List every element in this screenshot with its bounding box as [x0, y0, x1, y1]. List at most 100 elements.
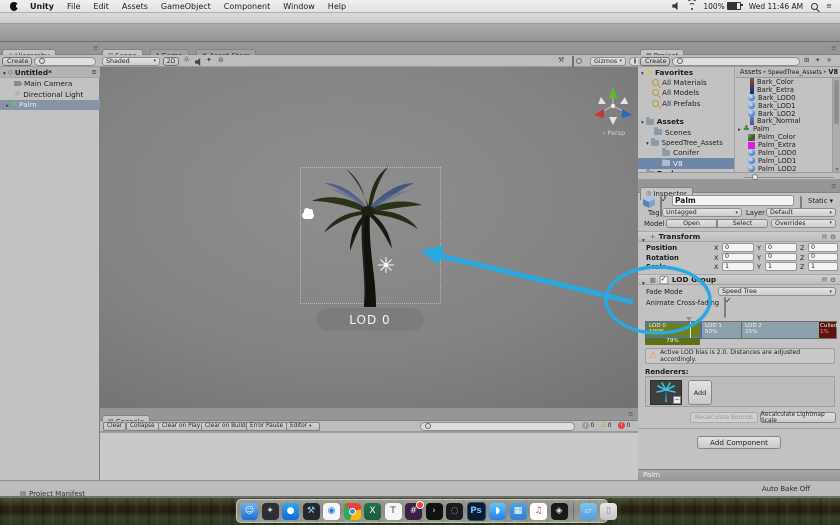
menu-gameobject[interactable]: GameObject: [161, 2, 211, 11]
transform-header[interactable]: + Transform ▤ ⚙: [638, 231, 840, 242]
asset-bark-lod0[interactable]: Bark_LOD0: [736, 94, 832, 102]
project-search-input[interactable]: [672, 57, 800, 66]
hierarchy-scene-row[interactable]: ◇ Untitled* ≡: [0, 67, 100, 78]
scene-tools-icon[interactable]: ⚒: [558, 57, 564, 64]
console-clear-on-build-button[interactable]: Clear on Build: [201, 422, 250, 431]
dock-terminal-icon[interactable]: ›: [426, 503, 443, 520]
folder-scenes[interactable]: Scenes: [638, 127, 734, 137]
menu-help[interactable]: Help: [328, 2, 346, 11]
menu-app[interactable]: Unity: [30, 2, 54, 11]
folder-speedtree-assets[interactable]: SpeedTree_Assets: [638, 137, 734, 147]
menu-assets[interactable]: Assets: [122, 2, 148, 11]
gizmos-dropdown[interactable]: Gizmos: [590, 57, 626, 66]
dock-quicktime-icon[interactable]: ◌: [446, 503, 463, 520]
gear-icon[interactable]: ⚙: [830, 233, 836, 241]
console-log-area[interactable]: [100, 432, 638, 480]
scrollbar-thumb[interactable]: [834, 80, 839, 124]
battery-icon[interactable]: [727, 2, 741, 10]
lighting-toggle-icon[interactable]: ☼: [183, 56, 190, 64]
hierarchy-item-directional-light[interactable]: ☼ Directional Light: [0, 89, 100, 100]
menu-edit[interactable]: Edit: [93, 2, 109, 11]
favorites-filter-icon[interactable]: ★: [826, 57, 832, 64]
rotation-x-field[interactable]: 0: [722, 253, 754, 262]
culled-segment[interactable]: Culled1%: [819, 322, 836, 338]
renderer-add-button[interactable]: Add: [688, 380, 712, 405]
persp-toggle[interactable]: ‹ Persp: [592, 129, 636, 137]
dock-music-icon[interactable]: ♫: [530, 503, 547, 520]
folder-assets[interactable]: Assets: [638, 117, 734, 127]
scene-search-input[interactable]: [629, 57, 638, 66]
scene-canvas[interactable]: LOD 0 ‹ Persp: [100, 67, 638, 408]
animate-crossfade-checkbox[interactable]: [724, 297, 726, 318]
dock-slack-icon[interactable]: #: [405, 503, 422, 520]
rotation-y-field[interactable]: 0: [765, 253, 797, 262]
warning-count-badge[interactable]: ⚠ 0: [600, 422, 612, 429]
layer-dropdown[interactable]: Default: [766, 208, 836, 217]
dock-keynote-icon[interactable]: ▦: [510, 503, 527, 520]
project-create-button[interactable]: Create: [640, 57, 670, 66]
gear-icon[interactable]: ⚙: [830, 276, 836, 284]
panel-menu-icon[interactable]: ≡: [93, 45, 98, 52]
asset-palm-extra[interactable]: Palm_Extra: [736, 141, 832, 149]
model-open-button[interactable]: Open: [666, 219, 717, 228]
preset-icon[interactable]: ▤: [822, 233, 828, 240]
scale-y-field[interactable]: 1: [765, 262, 797, 271]
menu-component[interactable]: Component: [224, 2, 270, 11]
asset-palm-lod0[interactable]: Palm_LOD0: [736, 149, 832, 157]
console-editor-dropdown[interactable]: Editor▾: [286, 422, 320, 431]
overrides-dropdown[interactable]: Overrides: [771, 219, 836, 228]
dock-launchpad-icon[interactable]: ✦: [262, 503, 279, 520]
gameobject-name-field[interactable]: Palm: [672, 195, 794, 206]
search-by-label-icon[interactable]: ✦: [815, 57, 820, 64]
dock-chrome-icon[interactable]: [344, 503, 361, 520]
error-count-badge[interactable]: ! 0: [618, 422, 630, 429]
dock-photoshop-icon[interactable]: Ps: [467, 502, 486, 521]
asset-bark-extra[interactable]: Bark_Extra: [736, 86, 832, 94]
favorite-all-materials[interactable]: All Materials: [638, 77, 734, 87]
asset-bark-lod1[interactable]: Bark_LOD1: [736, 102, 832, 110]
fade-mode-dropdown[interactable]: Speed Tree: [718, 287, 836, 296]
console-clear-button[interactable]: Clear: [103, 422, 126, 431]
favorites-root[interactable]: ★Favorites: [638, 67, 734, 77]
panel-menu-icon[interactable]: ≡: [831, 183, 836, 190]
breadcrumb-v8[interactable]: V8: [828, 68, 838, 76]
asset-palm-lod1[interactable]: Palm_LOD1: [736, 157, 832, 165]
gizmo-visibility-icon[interactable]: ⊘: [218, 57, 224, 64]
favorite-all-prefabs[interactable]: All Prefabs: [638, 98, 734, 108]
2d-toggle-button[interactable]: 2D: [163, 57, 179, 66]
apple-menu-icon[interactable]: [10, 2, 18, 11]
dock-folder-icon[interactable]: ▱: [580, 503, 597, 520]
lod-group-header[interactable]: ▦ LOD Group ▤ ⚙: [638, 274, 840, 285]
tag-dropdown[interactable]: Untagged: [662, 208, 742, 217]
position-x-field[interactable]: 0: [722, 243, 754, 252]
asset-bark-normal[interactable]: Bark_Normal: [736, 117, 832, 125]
asset-palm-color[interactable]: Palm_Color: [736, 133, 832, 141]
asset-palm-model[interactable]: ♣Palm: [736, 125, 832, 133]
camera-position-marker[interactable]: [690, 322, 691, 338]
foldout-icon[interactable]: [642, 270, 647, 289]
dock-facetime-icon[interactable]: ●: [282, 503, 299, 520]
preset-icon[interactable]: ▤: [822, 276, 828, 283]
asset-bark-lod2[interactable]: Bark_LOD2: [736, 110, 832, 118]
shading-mode-dropdown[interactable]: Shaded: [102, 57, 160, 66]
console-collapse-button[interactable]: Collapse: [126, 422, 159, 431]
dock-unity-icon[interactable]: ◈: [551, 503, 568, 520]
dock-textedit-icon[interactable]: T: [385, 503, 402, 520]
search-by-type-icon[interactable]: ⊞: [804, 57, 809, 64]
hierarchy-search-input[interactable]: [34, 57, 96, 66]
auto-bake-toggle[interactable]: Auto Bake Off: [740, 485, 832, 493]
recalculate-bounds-button[interactable]: Recalculate Bounds: [690, 412, 758, 423]
menu-file[interactable]: File: [67, 2, 80, 11]
wifi-icon[interactable]: [687, 2, 696, 10]
control-center-icon[interactable]: ≡: [826, 2, 832, 10]
console-search-input[interactable]: [420, 422, 575, 431]
position-z-field[interactable]: 0: [808, 243, 838, 252]
info-count-badge[interactable]: i 0: [582, 422, 594, 429]
menu-window[interactable]: Window: [283, 2, 315, 11]
lod0-segment[interactable]: LOD 0100%: [646, 322, 701, 338]
position-y-field[interactable]: 0: [765, 243, 797, 252]
dock-excel-icon[interactable]: X: [364, 503, 381, 520]
panel-menu-icon[interactable]: ≡: [831, 45, 836, 52]
lod-enabled-checkbox[interactable]: [660, 275, 669, 284]
spotlight-icon[interactable]: [811, 3, 818, 10]
